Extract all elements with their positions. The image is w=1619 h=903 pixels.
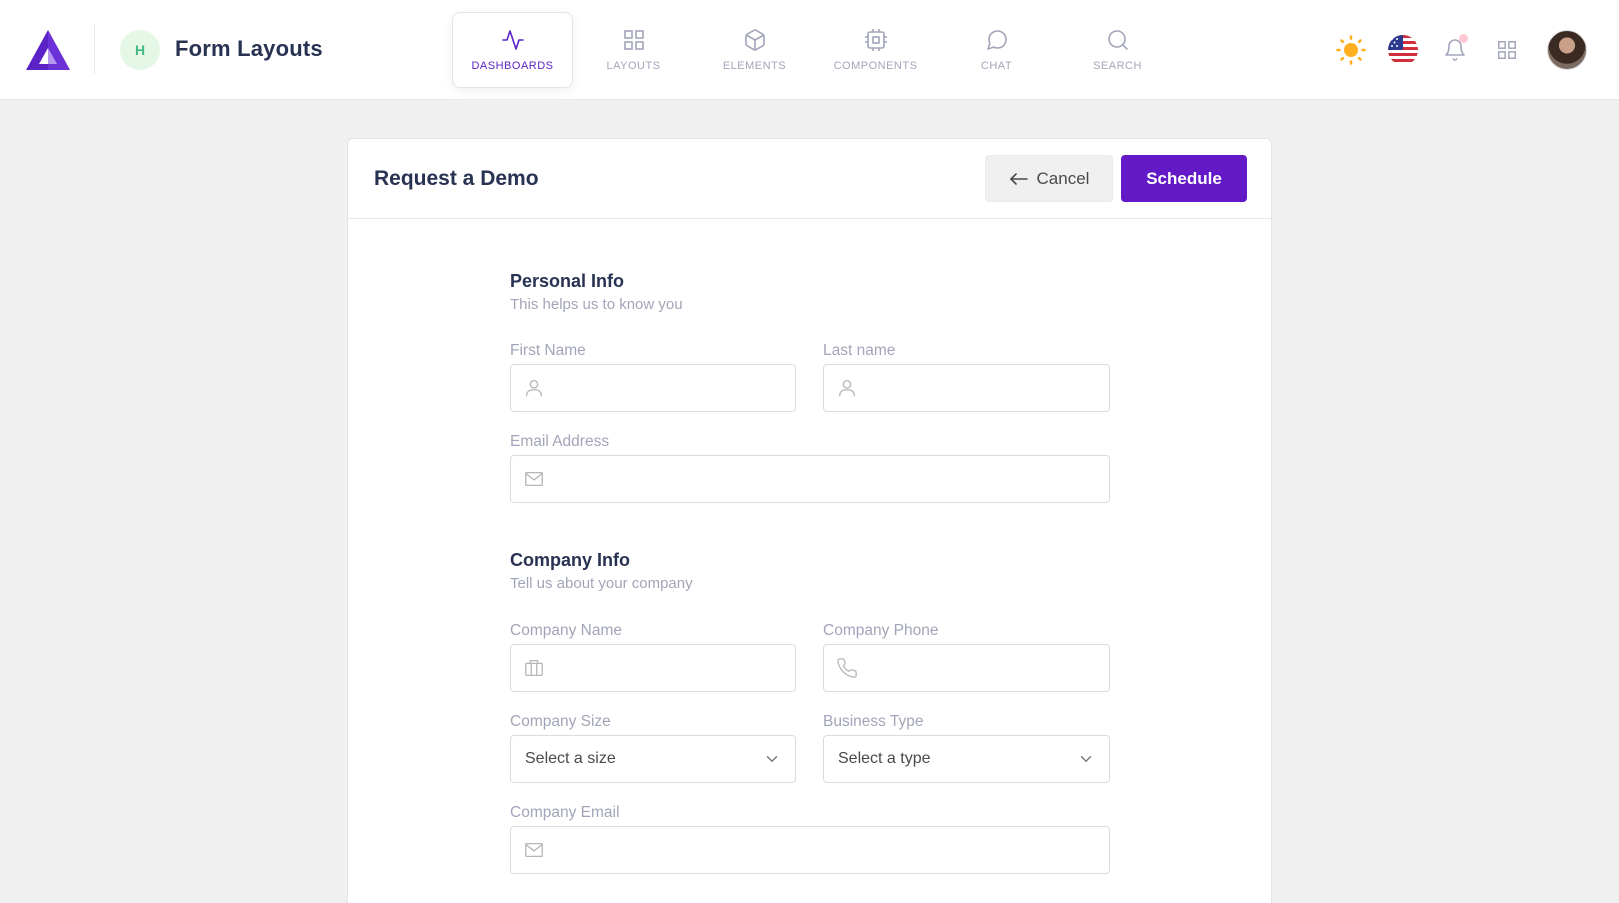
tab-label: DASHBOARDS — [471, 60, 554, 72]
box-icon — [744, 29, 765, 51]
page-title: Form Layouts — [175, 36, 323, 61]
apps-button[interactable] — [1489, 32, 1525, 68]
theme-toggle-button[interactable] — [1333, 32, 1369, 68]
user-icon — [839, 380, 855, 397]
tab-label: ELEMENTS — [722, 60, 787, 72]
phone-icon — [837, 658, 857, 678]
cancel-button[interactable]: Cancel — [985, 155, 1113, 202]
business-type-value: Select a type — [838, 750, 931, 767]
cancel-label: Cancel — [1036, 168, 1090, 188]
cpu-icon — [864, 29, 887, 51]
company-size-label: Company Size — [510, 713, 611, 730]
brand-logo[interactable] — [24, 28, 72, 72]
chevron-down-icon — [766, 756, 778, 763]
tab-label: COMPONENTS — [833, 60, 918, 72]
arrow-left-icon — [1009, 172, 1028, 185]
company-name-input[interactable] — [510, 644, 796, 692]
main-nav-tabs: DASHBOARDS LAYOUTS ELEMENTS COMPONENTS C… — [452, 12, 1178, 88]
business-type-select[interactable]: Select a type — [823, 735, 1110, 783]
tab-layouts[interactable]: LAYOUTS — [573, 12, 694, 88]
tab-dashboards[interactable]: DASHBOARDS — [452, 12, 573, 88]
mail-icon — [525, 842, 543, 858]
personal-info-subtitle: This helps us to know you — [510, 296, 683, 313]
tab-label: LAYOUTS — [606, 60, 661, 72]
last-name-input[interactable] — [823, 364, 1110, 412]
company-info-subtitle: Tell us about your company — [510, 575, 693, 592]
tab-label: CHAT — [980, 60, 1013, 72]
us-flag-icon — [1388, 35, 1418, 65]
grid-icon — [623, 30, 644, 50]
apps-grid-icon — [1498, 41, 1516, 59]
user-icon — [526, 380, 542, 397]
tab-label: SEARCH — [1093, 60, 1142, 72]
first-name-label: First Name — [510, 342, 586, 359]
tab-search[interactable]: SEARCH — [1057, 12, 1178, 88]
card-title: Request a Demo — [374, 167, 539, 190]
email-label: Email Address — [510, 433, 610, 450]
card-header: Request a Demo Cancel Schedule — [348, 139, 1271, 219]
last-name-label: Last name — [823, 342, 896, 359]
mail-icon — [525, 471, 543, 487]
company-phone-label: Company Phone — [823, 622, 939, 639]
navbar-actions — [1333, 26, 1587, 74]
request-demo-card: Request a Demo Cancel Schedule Personal … — [347, 138, 1272, 903]
first-name-input[interactable] — [510, 364, 796, 412]
workspace-avatar[interactable]: H — [120, 30, 160, 70]
notification-dot — [1459, 34, 1468, 43]
user-avatar[interactable] — [1547, 30, 1587, 70]
sun-icon — [1336, 35, 1366, 65]
email-input[interactable] — [510, 455, 1110, 503]
personal-info-title: Personal Info — [510, 271, 625, 291]
activity-icon — [501, 30, 524, 50]
business-type-label: Business Type — [823, 713, 924, 730]
schedule-button[interactable]: Schedule — [1121, 155, 1247, 202]
nav-divider — [94, 24, 95, 74]
company-email-input[interactable] — [510, 826, 1110, 874]
company-name-label: Company Name — [510, 622, 622, 639]
tab-elements[interactable]: ELEMENTS — [694, 12, 815, 88]
tab-chat[interactable]: CHAT — [936, 12, 1057, 88]
company-size-value: Select a size — [525, 750, 616, 767]
language-button[interactable] — [1385, 32, 1421, 68]
company-phone-input[interactable] — [823, 644, 1110, 692]
tab-components[interactable]: COMPONENTS — [815, 12, 936, 88]
company-info-title: Company Info — [510, 550, 630, 570]
chevron-down-icon — [1080, 756, 1092, 763]
company-email-label: Company Email — [510, 804, 620, 821]
company-size-select[interactable]: Select a size — [510, 735, 796, 783]
top-navbar: H Form Layouts DASHBOARDS LAYOUTS ELEMEN… — [0, 0, 1619, 100]
briefcase-icon — [525, 660, 543, 676]
search-icon — [1107, 30, 1128, 50]
message-circle-icon — [986, 30, 1007, 50]
notifications-button[interactable] — [1437, 32, 1473, 68]
